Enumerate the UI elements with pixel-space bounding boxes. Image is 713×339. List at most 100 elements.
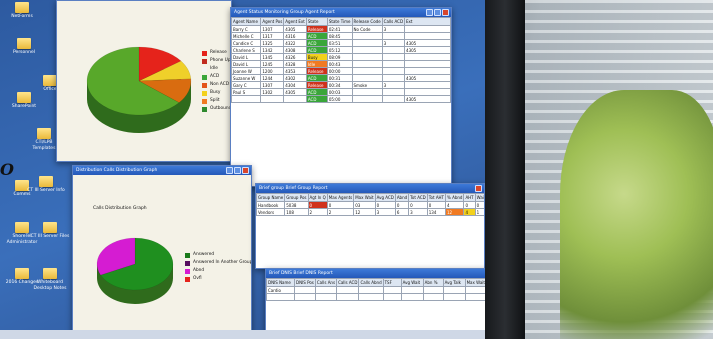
column-header[interactable]: Calls Ans [314, 278, 338, 287]
table-cell: Barry C [231, 25, 262, 33]
dnis-report-title: Brief DNIS Brief DNIS Report [269, 271, 333, 276]
agent-report-titlebar[interactable]: Agent Status Monitoring Group Agent Repo… [231, 8, 451, 17]
column-header[interactable]: Calls Abnd [358, 278, 384, 287]
minimize-icon[interactable] [426, 9, 433, 16]
table-cell: 1302 [260, 88, 285, 96]
table-row[interactable]: Vendors 108 2 2 12 3 6 3 134 12 4 1 [256, 208, 484, 216]
column-header[interactable]: Ext [404, 17, 451, 26]
table-cell: David L [231, 53, 262, 61]
column-header[interactable]: State [305, 17, 328, 26]
table-cell: 4316 [283, 32, 307, 40]
table-row[interactable]: Michelle C 1317 4316 ACD 08:45 [231, 32, 451, 40]
column-header[interactable]: AHT [463, 193, 476, 202]
table-cell: 3 [408, 208, 428, 216]
column-header[interactable]: Abn % [422, 278, 444, 287]
dnis-report-titlebar[interactable]: Brief DNIS Brief DNIS Report [266, 269, 489, 278]
column-header[interactable]: Abnd [394, 193, 410, 202]
column-header[interactable]: Avg Wait [400, 278, 424, 287]
minimize-icon[interactable] [226, 167, 233, 174]
column-header[interactable]: Group Name [256, 193, 286, 202]
column-header[interactable]: Wait [474, 193, 484, 202]
table-row[interactable] [266, 293, 488, 301]
table-cell: 1244 [260, 74, 285, 82]
close-icon[interactable] [442, 9, 449, 16]
group-report-window[interactable]: Brief group Brief Group Report Group Nam… [255, 183, 485, 269]
column-header[interactable]: Max Wait [464, 278, 488, 287]
column-header[interactable]: Agt In Q [307, 193, 328, 202]
table-row[interactable]: Cardio [266, 286, 488, 294]
desktop-icon-sharepoint[interactable]: SharePoint [4, 92, 44, 110]
table-row[interactable]: ACD 05:00 4305 [231, 95, 451, 103]
desktop-icon-netforms[interactable]: NetForms [2, 2, 42, 20]
table-row[interactable]: Candice C 1325 4322 ACD 03:51 3 4305 [231, 39, 451, 47]
table-cell: 0 [326, 201, 355, 209]
table-cell: Charlene S [231, 46, 262, 54]
folder-icon [17, 92, 31, 103]
column-header[interactable]: Agent Ext [283, 17, 307, 26]
column-header[interactable]: Avg ACD [374, 193, 396, 202]
column-header[interactable]: Group Pos [284, 193, 309, 202]
table-row[interactable]: Barry C 1307 4305 Release 02:41 No Code 3 [231, 25, 451, 33]
column-header[interactable]: Max Agents [326, 193, 355, 202]
table-cell: Suzanne W [231, 74, 262, 82]
table-cell: 4305 [404, 39, 451, 47]
table-row[interactable]: Charlene S 1342 4308 ACD 05:12 4305 [231, 46, 451, 54]
column-header[interactable]: State Time [326, 17, 353, 26]
column-header[interactable]: Max Wait [353, 193, 376, 202]
table-cell: 4 [463, 208, 476, 216]
agent-report-window[interactable]: Agent Status Monitoring Group Agent Repo… [230, 7, 452, 187]
column-header[interactable]: Agent Pos [260, 17, 285, 26]
column-header[interactable]: DNIS Name [266, 278, 295, 287]
table-row[interactable]: Joanne W 1200 4353 Release 00:00 [231, 67, 451, 75]
column-header[interactable]: Tot AHT [426, 193, 447, 202]
calls-pie-titlebar[interactable]: Distribution Calls Distribution Graph [73, 166, 251, 175]
table-cell [381, 95, 406, 103]
agent-report-title: Agent Status Monitoring Group Agent Repo… [234, 10, 335, 15]
legend-item: Idle [202, 65, 231, 73]
table-cell: 12 [353, 208, 376, 216]
legend-swatch [202, 82, 207, 88]
state-pie-window[interactable]: Release Phone Up Idle ACD Non ACD Busy Split Ou… [56, 0, 232, 162]
table-cell: 05:12 [326, 46, 353, 54]
close-icon[interactable] [242, 167, 249, 174]
table-row[interactable]: Gary C 1307 4304 Release 00:34 Smoke 3 [231, 81, 451, 89]
desktop-icon-whiteboard[interactable]: Whiteboard Desktop Notes [30, 268, 70, 292]
table-cell: 4305 [283, 25, 307, 33]
table-cell: 108 [284, 208, 309, 216]
desktop-screen: NetForms Personnel Office SharePoint CTI… [0, 0, 495, 339]
table-cell: 4 [445, 201, 465, 209]
maximize-icon[interactable] [234, 167, 241, 174]
desktop-icon-server-info[interactable]: CT III Server Info [26, 176, 66, 194]
dnis-report-window[interactable]: Brief DNIS Brief DNIS Report DNIS Name DN… [265, 268, 490, 339]
table-row[interactable]: Handbook 5038 0 0 03 0 0 0 0 4 0 0 [256, 201, 484, 209]
desktop-icon-personnel[interactable]: Personnel [4, 38, 44, 56]
column-header[interactable]: Calls ACD [381, 17, 406, 26]
table-cell: 00:00 [326, 67, 353, 75]
table-row[interactable]: David L 1345 4326 Busy 08:09 [231, 53, 451, 61]
table-cell [404, 60, 451, 68]
group-report-titlebar[interactable]: Brief group Brief Group Report [256, 184, 484, 193]
column-header[interactable]: Agent Name [231, 17, 262, 26]
table-cell: 1307 [260, 25, 285, 33]
column-header[interactable]: Calls ACD [336, 278, 360, 287]
table-row[interactable]: David L 1245 4328 Idle 00:43 [231, 60, 451, 68]
calls-pie-window[interactable]: Distribution Calls Distribution Graph Ca… [72, 165, 252, 339]
table-cell: 0 [307, 201, 328, 209]
legend-swatch [202, 90, 207, 96]
close-icon[interactable] [475, 185, 482, 192]
column-header[interactable]: Tot ACD [408, 193, 428, 202]
column-header[interactable]: Avg Talk [442, 278, 466, 287]
table-cell: 2 [326, 208, 355, 216]
table-row[interactable]: Suzanne W 1244 4302 ACD 00:31 4305 [231, 74, 451, 82]
table-header-row: Group Name Group Pos Agt In Q Max Agents Max… [256, 193, 484, 202]
desktop-icon-server-files[interactable]: CT III Server Files [30, 222, 70, 240]
table-row[interactable]: Paul S 1302 4305 ACD 00:03 [231, 88, 451, 96]
maximize-icon[interactable] [434, 9, 441, 16]
column-header[interactable]: TSF [382, 278, 402, 287]
table-cell: 4305 [404, 95, 451, 103]
column-header[interactable]: DNIS Pos [294, 278, 316, 287]
group-table: Group Name Group Pos Agt In Q Max Agents Max… [256, 193, 484, 216]
table-cell: 00:34 [326, 81, 353, 89]
column-header[interactable]: Release Code [351, 17, 383, 26]
column-header[interactable]: % Abnd [445, 193, 465, 202]
